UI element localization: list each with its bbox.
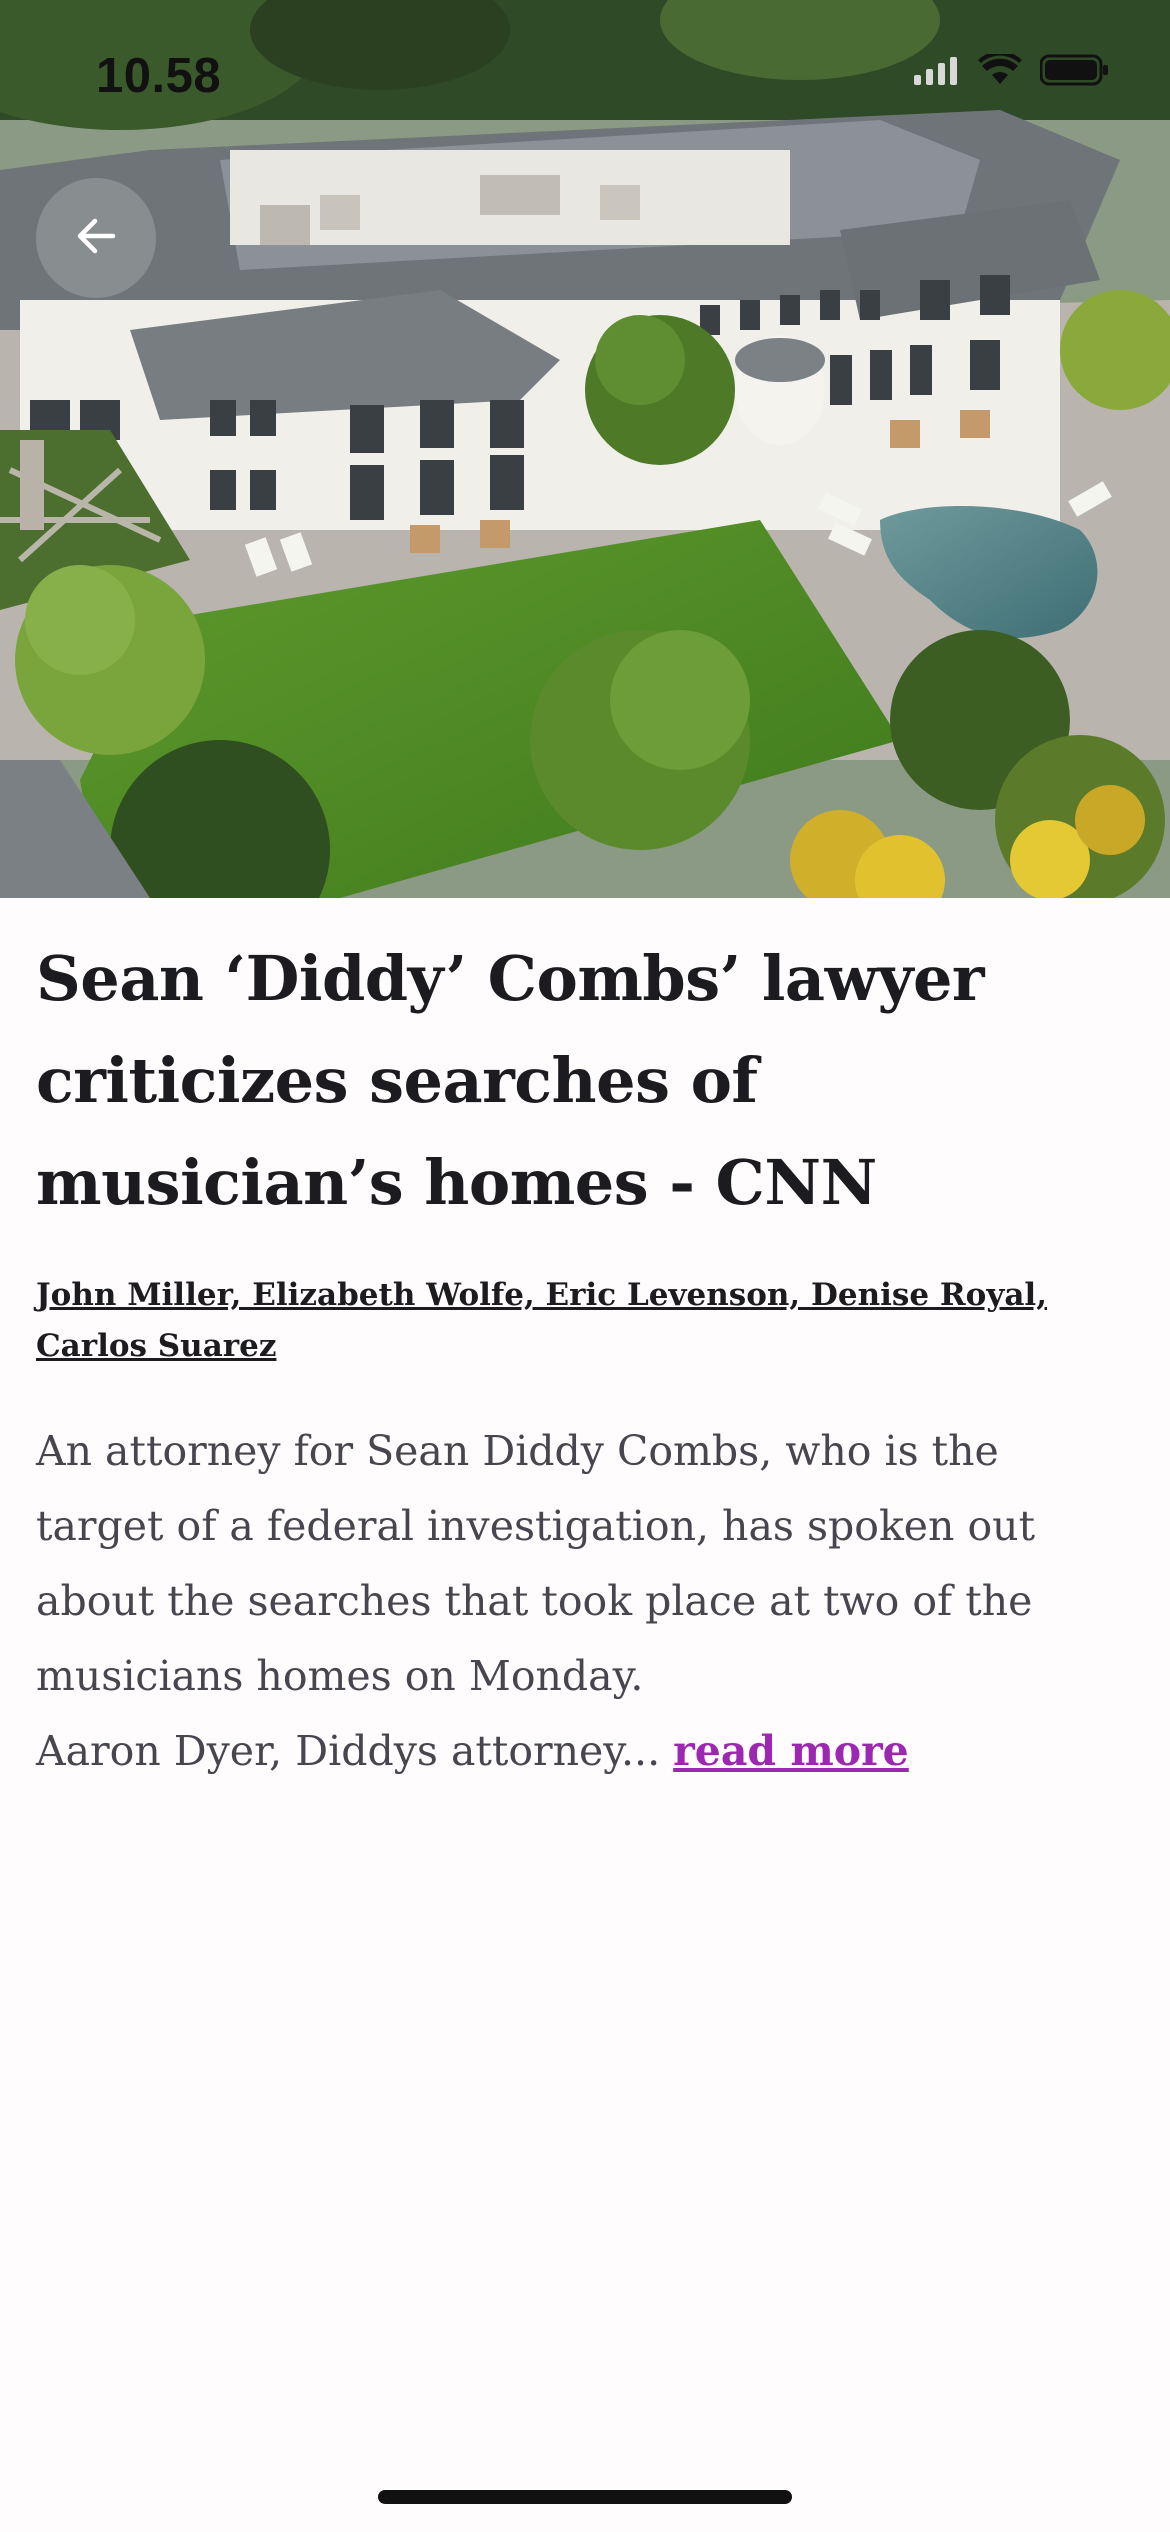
article-detail-screen: 10.58 Sean ‘Diddy’ Combs’ lawyer critici… [0, 0, 1170, 2532]
status-bar: 10.58 [0, 0, 1170, 150]
back-button[interactable] [36, 178, 156, 298]
article-summary: An attorney for Sean Diddy Combs, who is… [36, 1414, 1134, 1789]
status-indicators [914, 51, 1110, 90]
article-authors-link[interactable]: John Miller, Elizabeth Wolfe, Eric Leven… [36, 1270, 1134, 1372]
arrow-left-icon [73, 213, 119, 263]
summary-paragraph: An attorney for Sean Diddy Combs, who is… [36, 1427, 1036, 1700]
status-time: 10.58 [96, 49, 222, 103]
summary-paragraph-continued: Aaron Dyer, Diddys attorney... read more [36, 1714, 1134, 1789]
article-title: Sean ‘Diddy’ Combs’ lawyer criticizes se… [36, 942, 985, 1219]
wifi-icon [978, 51, 1022, 90]
battery-icon [1039, 54, 1110, 90]
read-more-link[interactable]: read more [673, 1727, 909, 1775]
article-content: Sean ‘Diddy’ Combs’ lawyer criticizes se… [36, 928, 1134, 1789]
cellular-signal-icon [914, 55, 960, 89]
home-indicator[interactable] [378, 2490, 792, 2504]
summary-snippet: Aaron Dyer, Diddys attorney... [36, 1727, 661, 1775]
